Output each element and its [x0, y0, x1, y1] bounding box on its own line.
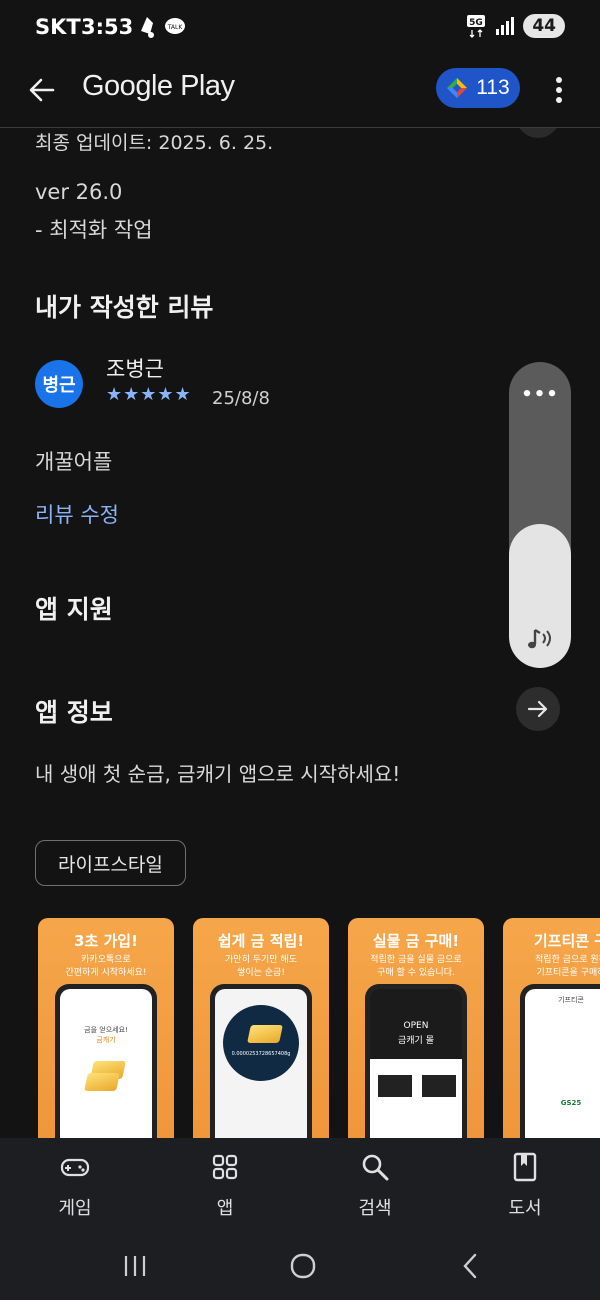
- back-button[interactable]: [22, 70, 62, 110]
- gold-bar-image: [247, 1025, 283, 1043]
- recent-apps-button[interactable]: [115, 1250, 155, 1282]
- svg-text:TALK: TALK: [167, 24, 184, 31]
- expand-button-partial[interactable]: [516, 128, 560, 138]
- screenshot-3[interactable]: 실물 금 구매! 적립한 금을 실물 금으로 구매 할 수 있습니다. OPEN…: [348, 918, 484, 1138]
- nav-label: 도서: [508, 1198, 542, 1219]
- phone-mockup: 금을 얻으세요! 금캐기: [55, 984, 157, 1138]
- edit-review-link[interactable]: 리뷰 수정: [35, 499, 119, 529]
- screenshot-subtitle: 적립한 금으로 원하: [535, 955, 600, 965]
- screen-text: 0.0000253728657408g: [231, 1051, 291, 1057]
- status-bar: SKT 3:53 TALK 5G 44: [0, 0, 600, 56]
- screen-text: 금캐기: [96, 1036, 116, 1044]
- phone-mockup: 0.0000253728657408g: [210, 984, 312, 1138]
- app-bar: Google Play 113: [0, 56, 600, 128]
- screenshot-subtitle: 쌓이는 순금!: [237, 968, 285, 978]
- app-title: Google Play: [82, 70, 235, 102]
- more-options-button[interactable]: [544, 70, 574, 110]
- gold-product-image: [378, 1075, 412, 1097]
- system-navigation-bar: [0, 1232, 600, 1300]
- play-points-diamond-icon: [447, 78, 468, 98]
- gamepad-icon: [60, 1158, 90, 1177]
- screen-text: 기프티콘: [558, 996, 584, 1004]
- more-vert-icon: [556, 77, 562, 103]
- version-text: ver 26.0: [35, 180, 123, 204]
- nav-label: 검색: [358, 1198, 392, 1219]
- screenshot-subtitle: 구매 할 수 있습니다.: [377, 968, 455, 978]
- change-note-text: - 최적화 작업: [35, 218, 153, 242]
- kakaotalk-icon: TALK: [165, 18, 185, 34]
- gold-bar-image: [84, 1073, 120, 1091]
- screenshot-subtitle: 기프티콘을 구매하: [536, 968, 600, 978]
- battery-level: 44: [523, 14, 565, 38]
- arrow-right-icon: [527, 700, 548, 718]
- gold-product-image: [422, 1075, 456, 1097]
- nav-item-games[interactable]: 게임: [25, 1152, 125, 1220]
- screenshot-headline: 3초 가입!: [74, 932, 138, 950]
- screen-text: 금캐기 몰: [398, 1036, 434, 1046]
- play-points-count: 113: [476, 76, 510, 99]
- screen-text: GS25: [560, 1099, 582, 1107]
- reviewer-name: 조병근: [106, 357, 164, 381]
- signal-strength-icon: [496, 17, 515, 35]
- gold-balance-circle: [223, 1005, 299, 1081]
- screenshot-headline: 쉽게 금 적립!: [217, 932, 305, 950]
- network-5g-icon: 5G: [467, 15, 486, 38]
- play-points-button[interactable]: 113: [436, 68, 520, 108]
- apps-grid-icon: [212, 1154, 238, 1180]
- phone-mockup: OPEN 금캐기 몰: [365, 984, 467, 1138]
- bottom-navigation: 게임 앱 검색 도서: [0, 1138, 600, 1232]
- clock-time: 3:53: [81, 15, 134, 39]
- screenshot-headline: 실물 금 구매!: [372, 932, 460, 950]
- avatar: 병근: [35, 360, 83, 408]
- nav-item-search[interactable]: 검색: [325, 1152, 425, 1220]
- screenshot-2[interactable]: 쉽게 금 적립! 가만히 두기만 해도 쌓이는 순금! 0.0000253728…: [193, 918, 329, 1138]
- screenshot-subtitle: 간편하게 시작하세요!: [65, 968, 147, 978]
- last-update-text: 최종 업데이트: 2025. 6. 25.: [35, 132, 274, 154]
- search-icon: [362, 1154, 389, 1181]
- app-info-title[interactable]: 앱 정보: [35, 693, 113, 729]
- category-chip[interactable]: 라이프스타일: [35, 840, 186, 886]
- arrow-left-icon: [29, 78, 55, 102]
- screen-text: OPEN: [403, 1021, 429, 1031]
- screenshot-1[interactable]: 3초 가입! 카카오톡으로 간편하게 시작하세요! 금을 얻으세요! 금캐기: [38, 918, 174, 1138]
- screenshot-headline: 기프티콘 구: [533, 932, 600, 950]
- app-description: 내 생애 첫 순금, 금캐기 앱으로 시작하세요!: [35, 762, 401, 786]
- system-back-button[interactable]: [450, 1250, 490, 1282]
- my-review-title: 내가 작성한 리뷰: [35, 293, 214, 322]
- screen-text: 금을 얻으세요!: [84, 1026, 128, 1034]
- star-rating: ★★★★★: [106, 384, 192, 405]
- notification-bell-icon: [141, 17, 154, 38]
- carrier-label: SKT: [35, 15, 81, 39]
- nav-label: 앱: [216, 1198, 234, 1219]
- review-text: 개꿀어플: [35, 450, 113, 474]
- review-date: 25/8/8: [212, 388, 270, 409]
- nav-item-books[interactable]: 도서: [475, 1152, 575, 1220]
- screenshot-4[interactable]: 기프티콘 구 적립한 금으로 원하 기프티콘을 구매하 기프티콘 GS25: [503, 918, 600, 1138]
- app-support-title[interactable]: 앱 지원: [35, 590, 113, 626]
- volume-slider[interactable]: •••: [509, 362, 571, 668]
- svg-text:5G: 5G: [470, 18, 484, 28]
- volume-menu-button[interactable]: •••: [509, 384, 571, 405]
- chevron-left-icon: [463, 1253, 477, 1279]
- home-button[interactable]: [283, 1250, 323, 1282]
- screenshot-subtitle: 카카오톡으로: [81, 955, 131, 965]
- book-icon: [513, 1152, 537, 1182]
- home-icon: [290, 1253, 316, 1279]
- music-volume-icon: [528, 628, 551, 649]
- nav-label: 게임: [58, 1198, 92, 1219]
- phone-mockup: 기프티콘 GS25: [520, 984, 600, 1138]
- screenshot-subtitle: 가만히 두기만 해도: [225, 955, 297, 965]
- app-info-arrow-button[interactable]: [516, 687, 560, 731]
- screenshot-carousel[interactable]: 3초 가입! 카카오톡으로 간편하게 시작하세요! 금을 얻으세요! 금캐기 쉽…: [38, 918, 600, 1138]
- nav-item-apps[interactable]: 앱: [175, 1152, 275, 1220]
- screenshot-subtitle: 적립한 금을 실물 금으로: [370, 955, 462, 965]
- recent-apps-icon: [124, 1256, 146, 1276]
